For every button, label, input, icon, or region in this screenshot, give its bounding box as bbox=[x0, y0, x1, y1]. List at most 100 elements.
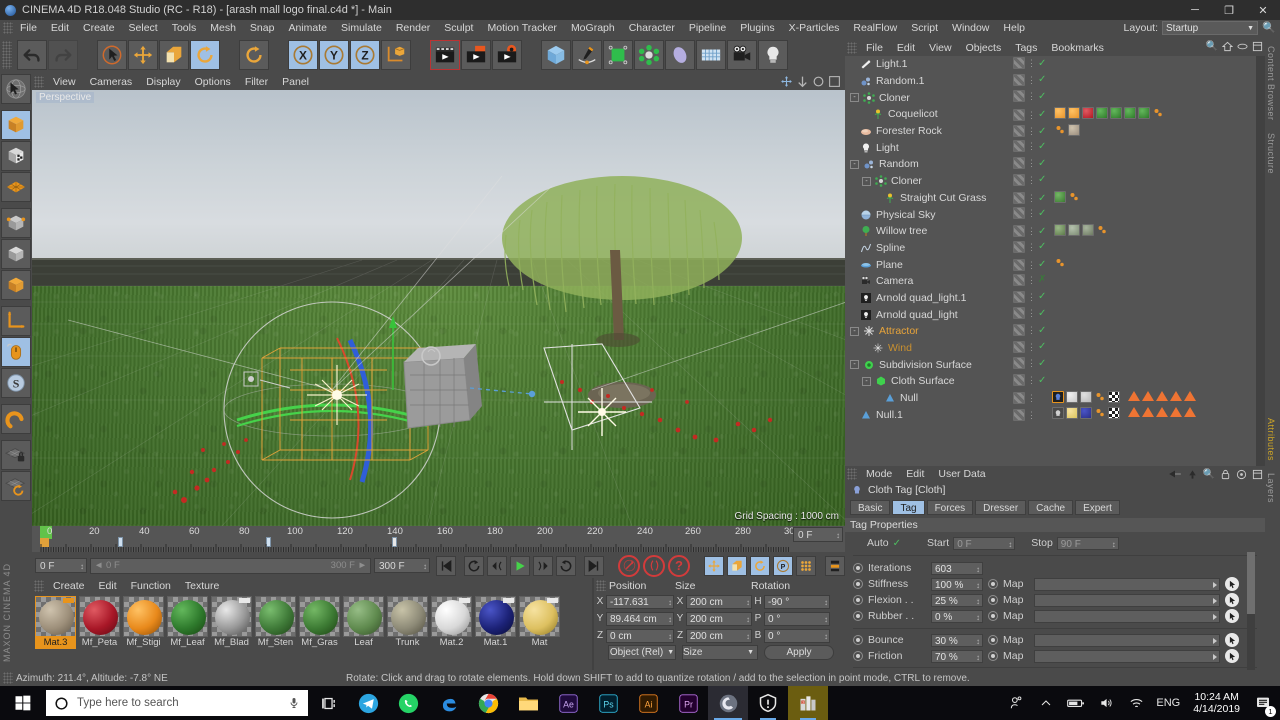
iterations-radio[interactable] bbox=[853, 563, 863, 573]
preview-icon[interactable] bbox=[1236, 469, 1247, 480]
menu-item-simulate[interactable]: Simulate bbox=[334, 20, 389, 36]
notifications-icon[interactable]: 1 bbox=[1248, 686, 1278, 720]
volume-icon[interactable] bbox=[1091, 686, 1121, 720]
object-row-cloth-surface[interactable]: - Cloth Surface ⋮ ✓ bbox=[845, 373, 1265, 390]
iterations-field[interactable]: 603 ↕ bbox=[931, 561, 983, 575]
visibility-tag[interactable] bbox=[1013, 374, 1025, 387]
menu-item-animate[interactable]: Animate bbox=[281, 20, 334, 36]
material-menu-edit[interactable]: Edit bbox=[92, 578, 124, 594]
menu-item-pipeline[interactable]: Pipeline bbox=[682, 20, 733, 36]
y-axis-lock-button[interactable]: Y bbox=[319, 40, 349, 70]
toolbar-grip[interactable] bbox=[2, 41, 12, 69]
render-view-button[interactable] bbox=[430, 40, 460, 70]
material-swatch[interactable]: Mf_Peta bbox=[79, 596, 120, 649]
visibility-tag[interactable] bbox=[1013, 207, 1025, 220]
undo-button[interactable] bbox=[17, 40, 47, 70]
menu-item-window[interactable]: Window bbox=[945, 20, 996, 36]
enabled-check-icon[interactable]: ✓ bbox=[1038, 74, 1046, 85]
right-frame-field[interactable]: 0 F ↕ bbox=[793, 527, 843, 542]
keyframe-help-button[interactable]: ? bbox=[668, 554, 690, 577]
spline-pen-button[interactable] bbox=[572, 40, 602, 70]
position-key-button[interactable] bbox=[704, 555, 724, 576]
menu-grip[interactable] bbox=[3, 22, 13, 34]
model-mode[interactable] bbox=[1, 110, 31, 140]
people-icon[interactable] bbox=[1001, 686, 1031, 720]
side-tab-content-browser[interactable]: Content Browser bbox=[1265, 40, 1277, 127]
object-row-random-1[interactable]: Random.1 ⋮ ✓ bbox=[845, 73, 1265, 90]
redo-button[interactable] bbox=[48, 40, 78, 70]
stiffness-map-picker-icon[interactable] bbox=[1225, 577, 1239, 591]
bounce-map-radio[interactable] bbox=[988, 635, 998, 645]
size-z-field[interactable]: 200 cm ↕ bbox=[686, 628, 752, 643]
whatsapp-icon[interactable] bbox=[388, 686, 428, 720]
rotation-key-button[interactable] bbox=[750, 555, 770, 576]
cloth-tag[interactable] bbox=[1052, 390, 1064, 403]
array-button[interactable] bbox=[634, 40, 664, 70]
start-button[interactable] bbox=[0, 686, 46, 720]
enabled-check-icon[interactable]: ✓ bbox=[1038, 158, 1046, 169]
side-tab-layers[interactable]: Layers bbox=[1265, 467, 1277, 509]
menu-item-motion-tracker[interactable]: Motion Tracker bbox=[480, 20, 563, 36]
go-to-start-button[interactable] bbox=[436, 555, 456, 576]
object-row-willow-tree[interactable]: Willow tree ⋮ ✓ bbox=[845, 223, 1265, 240]
minimize-button[interactable]: ─ bbox=[1178, 0, 1212, 20]
point-level-animation-button[interactable] bbox=[796, 555, 816, 576]
lock-icon[interactable] bbox=[1220, 469, 1231, 480]
display-tag[interactable] bbox=[1170, 390, 1182, 401]
object-menu-file[interactable]: File bbox=[859, 40, 890, 56]
visibility-tag[interactable] bbox=[1013, 240, 1025, 253]
home-icon[interactable] bbox=[1222, 41, 1233, 52]
points-mode[interactable] bbox=[1, 172, 31, 202]
render-to-picture-viewer-button[interactable] bbox=[461, 40, 491, 70]
deformer-button[interactable] bbox=[665, 40, 695, 70]
display-tag[interactable] bbox=[1156, 407, 1168, 418]
friction-field[interactable]: 70 % ↕ bbox=[931, 649, 983, 663]
primitive-cube-button[interactable] bbox=[541, 40, 571, 70]
nurbs-button[interactable] bbox=[603, 40, 633, 70]
visibility-tag[interactable] bbox=[1013, 324, 1025, 336]
material-tag[interactable] bbox=[1110, 107, 1123, 120]
scale-tool-button[interactable] bbox=[159, 40, 189, 70]
visibility-tag[interactable] bbox=[1013, 90, 1025, 103]
menu-item-mesh[interactable]: Mesh bbox=[203, 20, 243, 36]
zoom-view-icon[interactable] bbox=[796, 75, 809, 88]
enabled-check-icon[interactable]: ✓ bbox=[1038, 259, 1046, 270]
side-tab-attributes[interactable]: Attributes bbox=[1265, 412, 1277, 467]
menu-item-select[interactable]: Select bbox=[122, 20, 165, 36]
material-swatch[interactable]: Mf_Blad bbox=[211, 596, 252, 649]
stiffness-map-field[interactable] bbox=[1034, 577, 1220, 591]
material-tag[interactable] bbox=[1066, 390, 1078, 403]
visibility-tag[interactable] bbox=[1013, 140, 1025, 153]
record-button[interactable] bbox=[618, 554, 640, 577]
max-frame-field[interactable]: 300 F ↕ bbox=[374, 558, 430, 573]
bounce-field[interactable]: 30 % ↕ bbox=[931, 633, 983, 647]
expand-toggle[interactable]: - bbox=[862, 176, 871, 186]
display-tag[interactable] bbox=[1184, 407, 1196, 418]
rotate-tool-button[interactable] bbox=[190, 40, 220, 70]
object-manager-grip[interactable] bbox=[847, 42, 857, 54]
object-menu-objects[interactable]: Objects bbox=[959, 40, 1009, 56]
up-arrow-icon[interactable] bbox=[1187, 469, 1198, 480]
object-row-physical-sky[interactable]: Physical Sky ⋮ ✓ bbox=[845, 206, 1265, 223]
security-icon[interactable] bbox=[748, 686, 788, 720]
rotate-view-icon[interactable] bbox=[812, 75, 825, 88]
object-row-light-1[interactable]: Light.1 ⋮ ✓ bbox=[845, 56, 1265, 73]
menu-item-sculpt[interactable]: Sculpt bbox=[437, 20, 480, 36]
visibility-tag[interactable] bbox=[1013, 125, 1025, 138]
material-swatch[interactable]: Mf_Sten bbox=[255, 596, 296, 649]
material-swatch[interactable]: Mf_Leaf bbox=[167, 596, 208, 649]
search-input[interactable]: Type here to search bbox=[46, 690, 308, 716]
uvw-tag[interactable] bbox=[1054, 124, 1066, 139]
material-grip[interactable] bbox=[34, 580, 44, 592]
display-tag[interactable] bbox=[1142, 407, 1154, 418]
object-row-coquelicot[interactable]: Coquelicot ⋮ ✓ bbox=[845, 106, 1265, 123]
enabled-check-icon[interactable]: ✓ bbox=[1038, 193, 1046, 204]
object-menu-bookmarks[interactable]: Bookmarks bbox=[1044, 40, 1111, 56]
cinema4d-icon[interactable] bbox=[708, 686, 748, 720]
object-row-spline[interactable]: Spline ⋮ ✓ bbox=[845, 240, 1265, 257]
rewind-button[interactable] bbox=[464, 555, 484, 576]
object-row-forester-rock[interactable]: Forester Rock ⋮ ✓ bbox=[845, 123, 1265, 140]
camera-button[interactable] bbox=[727, 40, 757, 70]
material-menu-texture[interactable]: Texture bbox=[178, 578, 226, 594]
position-z-field[interactable]: 0 cm ↕ bbox=[606, 628, 674, 643]
